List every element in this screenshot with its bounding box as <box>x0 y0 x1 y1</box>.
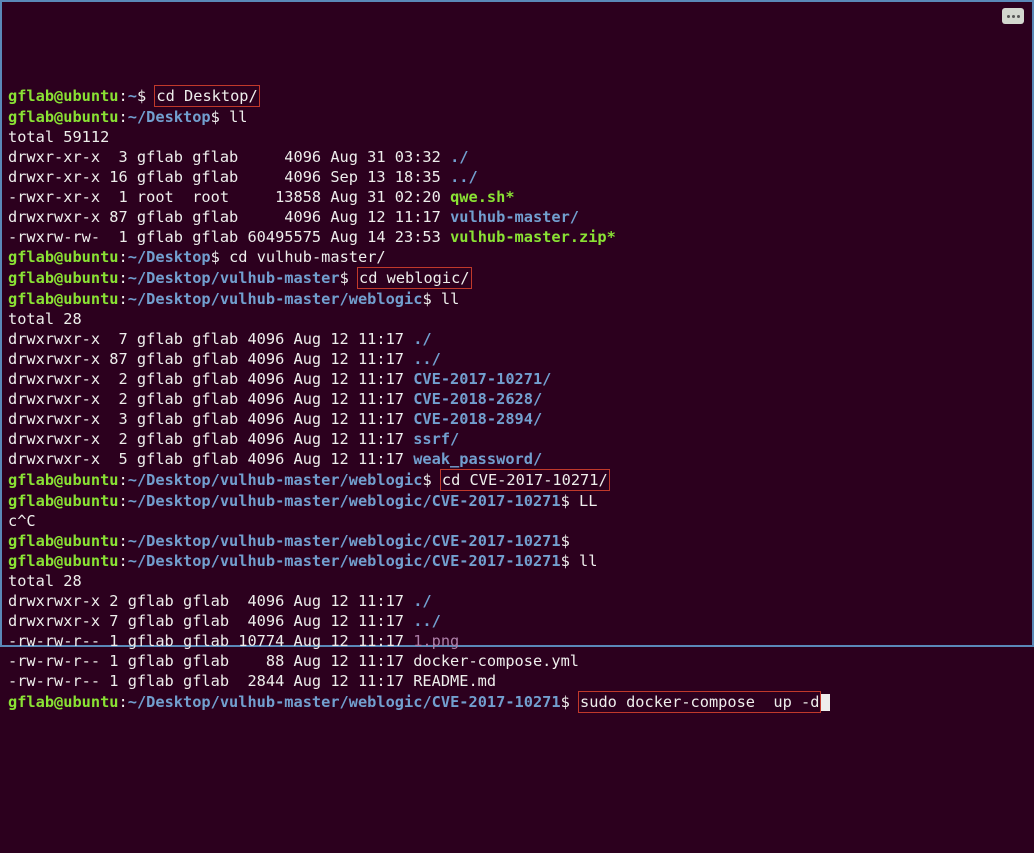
file-row: drwxrwxr-x 2 gflab gflab 4096 Aug 12 11:… <box>8 389 1026 409</box>
output-line: c^C <box>8 511 1026 531</box>
file-row: drwxrwxr-x 2 gflab gflab 4096 Aug 12 11:… <box>8 429 1026 449</box>
file-row: drwxrwxr-x 2 gflab gflab 4096 Aug 12 11:… <box>8 591 1026 611</box>
file-row: drwxrwxr-x 7 gflab gflab 4096 Aug 12 11:… <box>8 611 1026 631</box>
file-row: drwxrwxr-x 7 gflab gflab 4096 Aug 12 11:… <box>8 329 1026 349</box>
file-row: -rw-rw-r-- 1 gflab gflab 88 Aug 12 11:17… <box>8 651 1026 671</box>
command: sudo docker-compose up -d <box>580 693 819 711</box>
total-line: total 28 <box>8 309 1026 329</box>
file-row: -rw-rw-r-- 1 gflab gflab 2844 Aug 12 11:… <box>8 671 1026 691</box>
prompt-line: gflab@ubuntu:~/Desktop$ ll <box>8 107 1026 127</box>
file-row: drwxr-xr-x 3 gflab gflab 4096 Aug 31 03:… <box>8 147 1026 167</box>
file-row: -rwxr-xr-x 1 root root 13858 Aug 31 02:2… <box>8 187 1026 207</box>
file-row: drwxr-xr-x 16 gflab gflab 4096 Sep 13 18… <box>8 167 1026 187</box>
command: cd weblogic/ <box>359 269 470 287</box>
command: cd CVE-2017-10271/ <box>442 471 608 489</box>
prompt-line: gflab@ubuntu:~/Desktop$ cd vulhub-master… <box>8 247 1026 267</box>
prompt-line: gflab@ubuntu:~/Desktop/vulhub-master/web… <box>8 491 1026 511</box>
file-row: drwxrwxr-x 87 gflab gflab 4096 Aug 12 11… <box>8 207 1026 227</box>
file-row: -rw-rw-r-- 1 gflab gflab 10774 Aug 12 11… <box>8 631 1026 651</box>
total-line: total 59112 <box>8 127 1026 147</box>
prompt-line: gflab@ubuntu:~/Desktop/vulhub-master/web… <box>8 691 1026 713</box>
file-row: -rwxrw-rw- 1 gflab gflab 60495575 Aug 14… <box>8 227 1026 247</box>
total-line: total 28 <box>8 571 1026 591</box>
prompt-line: gflab@ubuntu:~$ cd Desktop/ <box>8 85 1026 107</box>
prompt-line: gflab@ubuntu:~/Desktop/vulhub-master/web… <box>8 551 1026 571</box>
terminal[interactable]: gflab@ubuntu:~$ cd Desktop/gflab@ubuntu:… <box>8 85 1026 713</box>
kebab-icon[interactable] <box>1002 8 1024 24</box>
cursor <box>821 694 830 711</box>
file-row: drwxrwxr-x 87 gflab gflab 4096 Aug 12 11… <box>8 349 1026 369</box>
prompt-line: gflab@ubuntu:~/Desktop/vulhub-master/web… <box>8 531 1026 551</box>
file-row: drwxrwxr-x 2 gflab gflab 4096 Aug 12 11:… <box>8 369 1026 389</box>
file-row: drwxrwxr-x 3 gflab gflab 4096 Aug 12 11:… <box>8 409 1026 429</box>
prompt-line: gflab@ubuntu:~/Desktop/vulhub-master/web… <box>8 289 1026 309</box>
prompt-line: gflab@ubuntu:~/Desktop/vulhub-master/web… <box>8 469 1026 491</box>
file-row: drwxrwxr-x 5 gflab gflab 4096 Aug 12 11:… <box>8 449 1026 469</box>
command: cd Desktop/ <box>156 87 257 105</box>
prompt-line: gflab@ubuntu:~/Desktop/vulhub-master$ cd… <box>8 267 1026 289</box>
